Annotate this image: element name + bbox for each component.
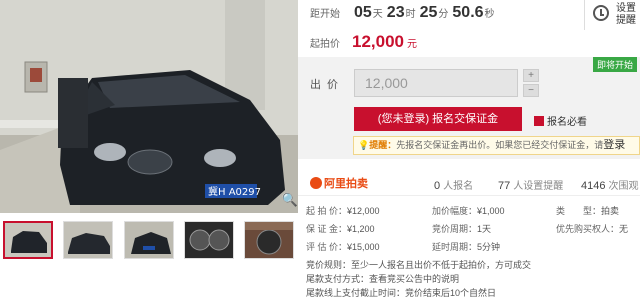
login-link[interactable]: 登录: [603, 139, 625, 151]
detail-deposit: 保 证 金：¥1,200: [306, 222, 375, 235]
thumbnail-5[interactable]: [244, 221, 294, 259]
detail-delay-key: 延时周期：: [432, 242, 478, 252]
must-read-link[interactable]: 报名必看: [534, 113, 587, 128]
countdown-days: 05: [354, 4, 372, 21]
ali-auction-logo[interactable]: 阿里拍卖: [310, 175, 368, 191]
views-count: 4146: [581, 180, 606, 192]
rule-payment-method: 尾款支付方式：查看竞买公告中的说明: [306, 274, 460, 284]
detail-start-price: 起 拍 价：¥12,000: [306, 204, 380, 217]
reminders-stat: 77 人设置提醒: [498, 177, 563, 192]
countdown-seconds: 50.6: [452, 4, 484, 21]
signups-stat: 0 人报名: [434, 177, 473, 192]
countdown-hours-unit: 时: [405, 9, 416, 20]
views-label: 次围观: [608, 181, 639, 192]
decrease-button[interactable]: −: [523, 84, 539, 97]
document-icon: [534, 116, 544, 126]
platform-stats: 阿里拍卖 0 人报名 77 人设置提醒 4146 次围观: [298, 168, 640, 196]
detail-start-price-key: 起 拍 价：: [306, 206, 348, 216]
bid-stepper: + −: [523, 69, 539, 97]
detail-cycle-value: 1天: [477, 224, 492, 234]
bid-label: 出价: [310, 79, 344, 91]
detail-deposit-key: 保 证 金：: [306, 224, 348, 234]
detail-start-price-value: ¥12,000: [347, 206, 380, 216]
tip-label: 提醒：: [369, 140, 397, 150]
set-reminder-button[interactable]: 设置提醒: [584, 0, 640, 30]
start-price-label: 起拍价: [310, 39, 340, 50]
detail-valuation: 评 估 价：¥15,000: [306, 240, 380, 253]
countdown-label: 距开始: [310, 9, 340, 20]
detail-type-key: 类 型：: [556, 206, 602, 216]
start-price-value: 12,000: [352, 32, 404, 51]
start-price-unit: 元: [407, 39, 417, 50]
detail-priority-key: 优先购买权人：: [556, 224, 620, 234]
status-badge: 即将开始: [592, 57, 637, 72]
detail-cycle-key: 竞价周期：: [432, 224, 478, 234]
thumbnail-3[interactable]: [124, 221, 174, 259]
detail-delay: 延时周期：5分钟: [432, 240, 500, 253]
main-car-photo[interactable]: 冀H A0297 🔍: [0, 0, 298, 213]
detail-priority-value: 无: [619, 224, 629, 234]
clock-icon: [593, 5, 609, 21]
thumbnail-4[interactable]: [184, 221, 234, 259]
rule-payment-deadline: 尾款线上支付截止时间：竞价结束后10个自然日: [306, 288, 497, 298]
detail-delay-value: 5分钟: [477, 242, 501, 252]
detail-increment: 加价幅度：¥1,000: [432, 204, 505, 217]
detail-valuation-key: 评 估 价：: [306, 242, 348, 252]
tip-text: 先报名交保证金再出价。如果您已经交付保证金，请: [396, 140, 604, 150]
detail-increment-key: 加价幅度：: [432, 206, 478, 216]
countdown-minutes: 25: [419, 4, 438, 21]
car-image: 冀H A0297: [0, 0, 298, 213]
countdown: 距开始 05 天 23 时 25 分 50.6 秒: [310, 4, 560, 28]
svg-text:冀H A0297: 冀H A0297: [208, 185, 261, 198]
login-tip: 💡提醒：先报名交保证金再出价。如果您已经交付保证金，请登录: [353, 136, 640, 155]
must-read-label: 报名必看: [547, 117, 587, 128]
ali-logo-icon: [310, 177, 322, 189]
countdown-seconds-unit: 秒: [484, 9, 495, 20]
signups-label: 人报名: [443, 181, 474, 192]
detail-type: 类 型：拍卖: [556, 204, 619, 217]
detail-priority: 优先购买权人：无: [556, 222, 628, 235]
start-price-row: 起拍价 12,000 元: [310, 32, 417, 52]
detail-deposit-value: ¥1,200: [347, 224, 375, 234]
detail-type-value: 拍卖: [601, 206, 620, 216]
signup-deposit-button[interactable]: (您未登录) 报名交保证金: [354, 107, 522, 131]
views-stat: 4146 次围观: [581, 177, 638, 192]
reminders-label: 人设置提醒: [513, 181, 564, 192]
auction-panel: 距开始 05 天 23 时 25 分 50.6 秒 设置提醒 起拍价 12,00…: [298, 0, 640, 303]
set-reminder-label: 设置提醒: [616, 3, 636, 26]
ali-logo-text: 阿里拍卖: [324, 178, 368, 190]
thumbnail-2[interactable]: [63, 221, 113, 259]
detail-valuation-value: ¥15,000: [347, 242, 380, 252]
bid-box: 即将开始 出价 12,000 + − (您未登录) 报名交保证金 报名必看 💡提…: [298, 57, 640, 159]
countdown-days-unit: 天: [372, 9, 383, 20]
thumbnail-strip: [0, 218, 298, 262]
countdown-minutes-unit: 分: [438, 9, 449, 20]
countdown-hours: 23: [386, 4, 405, 21]
signups-count: 0: [434, 180, 441, 192]
bid-input[interactable]: 12,000: [354, 69, 518, 97]
detail-cycle: 竞价周期：1天: [432, 222, 491, 235]
thumbnail-1[interactable]: [3, 221, 53, 259]
magnifier-icon[interactable]: 🔍: [281, 191, 298, 209]
increase-button[interactable]: +: [523, 69, 539, 82]
rule-bidding: 竞价规则：至少一人报名且出价不低于起拍价，方可成交: [306, 260, 532, 270]
detail-increment-value: ¥1,000: [477, 206, 505, 216]
reminders-count: 77: [498, 180, 511, 192]
